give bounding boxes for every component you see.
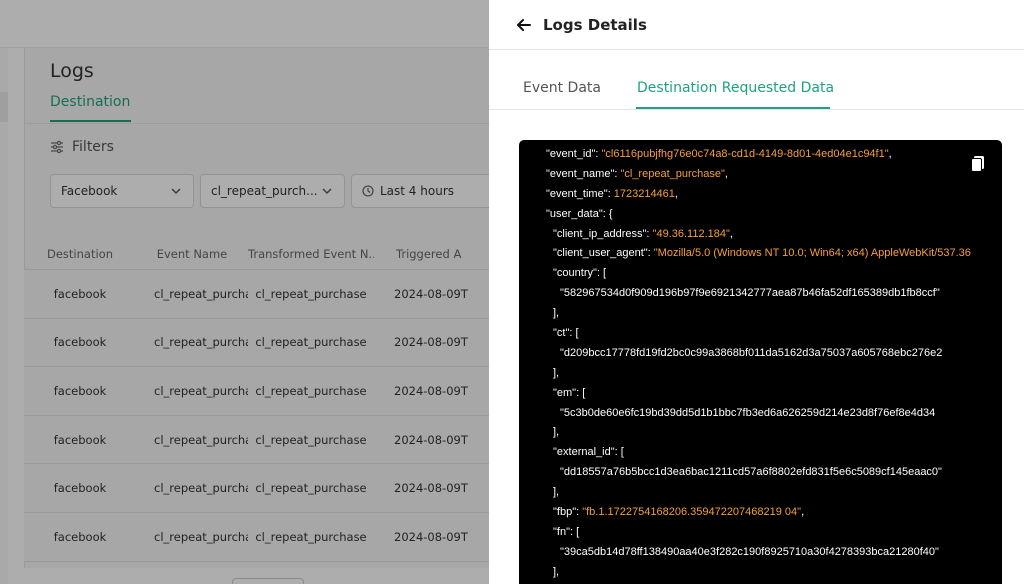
code-line: "39ca5db14d78ff138490aa40e3f282c190f8925…: [519, 543, 989, 563]
code-line: "country": [: [519, 264, 989, 284]
code-line: "em": [: [519, 384, 989, 404]
code-line: "event_name": "cl_repeat_purchase",: [519, 165, 989, 185]
code-token: "Mozilla/5.0 (Windows NT 10.0; Win64; x6…: [653, 247, 971, 260]
app-root: Logs Destination Filters Facebook cl_rep…: [0, 0, 1024, 584]
code-line: ],: [519, 483, 989, 503]
code-token: "dd18557a76b5bcc1d3ea6bac1211cd57a6f8802…: [560, 466, 942, 479]
code-line: "client_ip_address": "49.36.112.184",: [519, 225, 989, 245]
code-line: ],: [519, 364, 989, 384]
code-line: "5c3b0de60e6fc19bd39dd5d1b1bbc7fb3ed6a62…: [519, 404, 989, 424]
code-token: "user_data": {: [546, 207, 613, 220]
code-token: "client_ip_address":: [553, 227, 653, 240]
code-token: ,: [674, 187, 678, 200]
code-token: "fb.1.1722754168206.359472207468219 04": [582, 506, 802, 519]
code-token: "client_user_agent":: [553, 247, 654, 260]
code-line: "external_id": [: [519, 443, 989, 463]
code-token: "fn": [: [553, 525, 580, 538]
json-code-viewer[interactable]: "event_id": "cl6116pubjfhg76e0c74a8-cd1d…: [519, 140, 1002, 584]
code-token: ],: [553, 486, 560, 499]
drawer-tabs-divider: [489, 109, 1024, 110]
code-token: "event_name":: [546, 167, 621, 180]
code-line: "fbp": "fb.1.1722754168206.3594722074682…: [519, 503, 989, 523]
code-token: "fbp":: [553, 506, 583, 519]
code-line: ],: [519, 563, 989, 583]
code-line: "d209bcc17778fd19fd2bc0c99a3868bf011da51…: [519, 344, 989, 364]
code-line: "fn": [: [519, 523, 989, 543]
code-line: "dd18557a76b5bcc1d3ea6bac1211cd57a6f8802…: [519, 463, 989, 483]
code-token: "external_id": [: [553, 446, 624, 459]
code-line: "user_data": {: [519, 205, 989, 225]
code-line: "ct": [: [519, 324, 989, 344]
drawer-header: Logs Details: [489, 0, 1024, 50]
code-token: ,: [888, 148, 892, 160]
code-line: "582967534d0f909d196b97f9e6921342777aea8…: [519, 284, 989, 304]
code-token: "39ca5db14d78ff138490aa40e3f282c190f8925…: [560, 545, 939, 558]
code-line: "event_time": 1723214461,: [519, 185, 989, 205]
code-line: "client_user_agent": "Mozilla/5.0 (Windo…: [519, 244, 989, 264]
code-token: ],: [553, 366, 560, 379]
code-token: "em": [: [553, 386, 586, 399]
code-token: "5c3b0de60e6fc19bd39dd5d1b1bbc7fb3ed6a62…: [560, 406, 936, 419]
code-token: ],: [553, 307, 560, 320]
code-token: ,: [724, 167, 728, 180]
logs-details-drawer: Logs Details Event Data Destination Requ…: [489, 0, 1024, 584]
code-token: "49.36.112.184": [652, 227, 730, 240]
code-token: "event_time":: [546, 187, 614, 200]
code-token: ],: [553, 565, 560, 578]
code-line: "event_id": "cl6116pubjfhg76e0c74a8-cd1d…: [519, 145, 989, 165]
tab-destination-requested-data[interactable]: Destination Requested Data: [637, 80, 834, 96]
code-line: ],: [519, 304, 989, 324]
code-token: "event_id":: [546, 148, 602, 160]
back-arrow-icon[interactable]: [515, 16, 533, 34]
code-token: "ct": [: [553, 327, 579, 340]
code-token: "582967534d0f909d196b97f9e6921342777aea8…: [560, 287, 940, 300]
drawer-title: Logs Details: [543, 15, 647, 34]
copy-icon[interactable]: [970, 155, 986, 173]
code-token: ,: [801, 506, 805, 519]
tab-event-data[interactable]: Event Data: [523, 80, 601, 96]
json-code-content: "event_id": "cl6116pubjfhg76e0c74a8-cd1d…: [519, 145, 989, 583]
code-token: "d209bcc17778fd19fd2bc0c99a3868bf011da51…: [560, 346, 943, 359]
code-token: "cl_repeat_purchase": [620, 167, 725, 180]
code-token: "country": [: [553, 267, 607, 280]
code-token: "cl6116pubjfhg76e0c74a8-cd1d-4149-8d01-4…: [601, 148, 889, 160]
code-token: 1723214461: [613, 187, 675, 200]
code-token: ,: [729, 227, 733, 240]
code-line: ],: [519, 423, 989, 443]
code-token: ],: [553, 426, 560, 439]
